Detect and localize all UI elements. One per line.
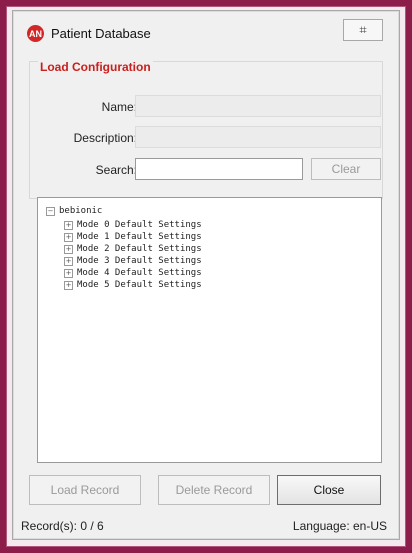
tree-node[interactable]: + Mode 1 Default Settings [64,232,202,242]
tree-node[interactable]: + Mode 4 Default Settings [64,268,202,278]
expand-icon[interactable]: + [64,232,73,242]
app-logo-icon: AN [27,25,44,42]
tree-node-label: Mode 5 Default Settings [77,280,202,290]
delete-record-button[interactable]: Delete Record [158,475,270,505]
name-label: Name: [101,100,137,114]
close-button[interactable]: Close [277,475,381,505]
tree-node-label: Mode 1 Default Settings [77,232,202,242]
description-label: Description: [73,131,137,145]
tree-node-label: Mode 2 Default Settings [77,244,202,254]
expand-icon[interactable]: + [64,268,73,278]
expand-icon[interactable]: + [64,220,73,230]
tree-node-label: Mode 4 Default Settings [77,268,202,278]
load-record-button[interactable]: Load Record [29,475,141,505]
tree-node-label: Mode 0 Default Settings [77,220,202,230]
tree-node[interactable]: + Mode 3 Default Settings [64,256,202,266]
expand-icon[interactable]: + [64,256,73,266]
search-input[interactable] [135,158,303,180]
name-field[interactable] [135,95,381,117]
description-field[interactable] [135,126,381,148]
language-status: Language: en-US [292,519,387,533]
group-title: Load Configuration [38,60,153,74]
expand-icon[interactable]: + [64,244,73,254]
tree-node[interactable]: + Mode 0 Default Settings [64,220,202,230]
collapse-icon[interactable]: − [46,206,55,216]
expand-icon[interactable]: + [64,280,73,290]
tree-node[interactable]: + Mode 2 Default Settings [64,244,202,254]
tree-root-label: bebionic [59,206,103,216]
window-close-button[interactable]: ⌗ [343,19,383,41]
clear-button[interactable]: Clear [311,158,381,180]
tree-node-label: Mode 3 Default Settings [77,256,202,266]
window-title: Patient Database [51,26,151,41]
record-count: Record(s): 0 / 6 [21,519,104,533]
patient-database-window: AN Patient Database ⌗ Load Configuration… [12,10,400,540]
title-bar: AN Patient Database ⌗ [13,11,399,51]
configuration-tree[interactable]: − bebionic + Mode 0 Default Settings + M… [37,197,382,463]
tree-node[interactable]: + Mode 5 Default Settings [64,280,202,290]
tree-root-node[interactable]: − bebionic [46,206,102,216]
search-label: Search: [95,163,137,177]
